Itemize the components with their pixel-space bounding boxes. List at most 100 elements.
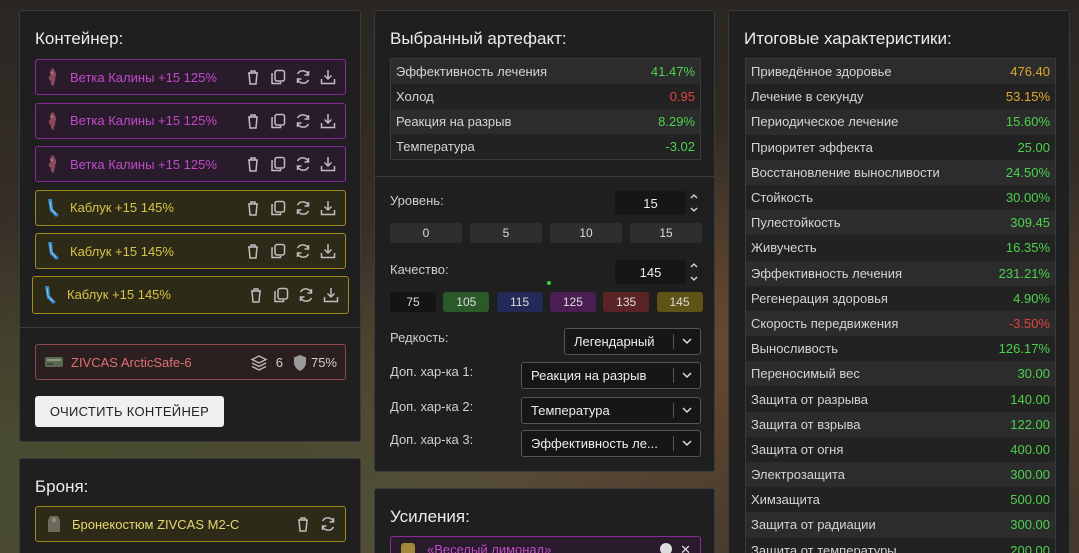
copy-icon[interactable]	[269, 242, 287, 260]
stat-value: -3.02	[665, 139, 695, 154]
container-artifact-item[interactable]: Каблук +15 145%	[35, 189, 346, 226]
download-icon[interactable]	[319, 242, 337, 260]
refresh-icon[interactable]	[294, 155, 312, 173]
stat-row: Эффективность лечения 231.21%	[746, 260, 1055, 286]
stat-row: Скорость передвижения -3.50%	[746, 310, 1055, 337]
download-icon[interactable]	[319, 199, 337, 217]
stat-row: Химзащита 500.00	[746, 487, 1055, 513]
container-artifact-item[interactable]: Ветка Калины +15 125%	[35, 59, 346, 95]
quality-label: Качество:	[390, 262, 449, 277]
container-artifact-item[interactable]: Каблук +15 145%	[32, 275, 349, 314]
stat-name: Температура	[396, 139, 475, 154]
container-case-icon	[44, 355, 64, 369]
quality-preset-button[interactable]: 135	[603, 292, 650, 312]
stat-name: Реакция на разрыв	[396, 114, 512, 129]
refresh-icon[interactable]	[319, 515, 337, 533]
stat-value: 0.95	[669, 89, 695, 104]
stat-name: Эффективность лечения	[751, 265, 903, 281]
stat-name: Пулестойкость	[751, 215, 841, 231]
stat-value: 24.50%	[1005, 164, 1050, 180]
extra1-select[interactable]: Реакция на разрыв	[521, 362, 701, 389]
stat-value: 126.17%	[998, 341, 1050, 357]
artifact-item-label: Ветка Калины +15 125%	[70, 156, 217, 172]
quality-preset-button[interactable]: 105	[443, 292, 490, 312]
stat-row: Реакция на разрыв 8.29%	[391, 109, 700, 134]
level-label: Уровень:	[390, 193, 444, 208]
trash-icon[interactable]	[244, 242, 262, 260]
trash-icon[interactable]	[244, 68, 262, 86]
container-title: Контейнер:	[35, 29, 124, 48]
refresh-icon[interactable]	[294, 242, 312, 260]
copy-icon[interactable]	[272, 286, 290, 304]
clear-container-button[interactable]: ОЧИСТИТЬ КОНТЕЙНЕР	[35, 396, 224, 427]
download-icon[interactable]	[319, 112, 337, 130]
boosts-title: Усиления:	[390, 507, 470, 526]
quality-stepper[interactable]	[689, 260, 699, 286]
boost-item-icon	[401, 543, 415, 553]
trash-icon[interactable]	[244, 155, 262, 173]
download-icon[interactable]	[319, 155, 337, 173]
rarity-select[interactable]: Легендарный	[564, 328, 701, 355]
armor-item-name: Бронекостюм ZIVCAS M2-C	[72, 516, 240, 532]
stat-value: -3.50%	[1008, 315, 1050, 331]
container-artifact-item[interactable]: Ветка Калины +15 125%	[35, 146, 346, 182]
info-icon[interactable]	[660, 543, 672, 553]
level-preset-button[interactable]: 10	[550, 223, 622, 243]
level-stepper[interactable]	[689, 191, 699, 217]
quality-indicator-dot	[547, 281, 551, 285]
refresh-icon[interactable]	[297, 286, 315, 304]
stat-value: 30.00	[1017, 366, 1050, 382]
quality-preset-button[interactable]: 115	[496, 292, 543, 312]
quality-preset-button[interactable]: 145	[656, 292, 703, 312]
extra2-select[interactable]: Температура	[521, 397, 701, 424]
container-artifact-item[interactable]: Каблук +15 145%	[35, 233, 346, 269]
quality-preset-button[interactable]: 75	[390, 292, 436, 312]
download-icon[interactable]	[319, 68, 337, 86]
close-icon[interactable]: ✕	[680, 537, 691, 553]
chevron-down-icon	[681, 334, 693, 348]
item-actions	[244, 68, 337, 86]
container-artifact-item[interactable]: Ветка Калины +15 125%	[35, 102, 346, 139]
extra3-select[interactable]: Эффективность ле...	[521, 430, 701, 457]
copy-icon[interactable]	[269, 68, 287, 86]
artifact-item-label: Ветка Калины +15 125%	[70, 69, 217, 85]
armor-panel: Броня: Бронекостюм ZIVCAS M2-C	[19, 458, 361, 553]
level-preset-button[interactable]: 15	[630, 223, 702, 243]
extra2-value: Температура	[531, 403, 610, 418]
stat-value: 53.15%	[1005, 89, 1050, 105]
trash-icon[interactable]	[244, 112, 262, 130]
trash-icon[interactable]	[244, 199, 262, 217]
stat-row: Электрозащита 300.00	[746, 462, 1055, 488]
stat-row: Холод 0.95	[391, 84, 700, 109]
artifact-stats-table: Эффективность лечения 41.47% Холод 0.95 Реак…	[390, 58, 701, 160]
stat-name: Регенерация здоровья	[751, 290, 888, 306]
slots-icon	[250, 354, 268, 372]
level-preset-button[interactable]: 5	[470, 223, 542, 243]
level-input[interactable]: 15	[615, 191, 686, 215]
refresh-icon[interactable]	[294, 68, 312, 86]
copy-icon[interactable]	[269, 155, 287, 173]
copy-icon[interactable]	[269, 199, 287, 217]
trash-icon[interactable]	[247, 286, 265, 304]
stat-value: 200.00	[1010, 542, 1050, 553]
armor-item[interactable]: Бронекостюм ZIVCAS M2-C	[35, 506, 346, 542]
trash-icon[interactable]	[294, 515, 312, 533]
stat-value: 16.35%	[1005, 240, 1050, 256]
armor-title: Броня:	[35, 477, 89, 496]
stat-name: Защита от радиации	[751, 517, 876, 533]
armor-suit-icon	[46, 514, 62, 534]
stat-value: 140.00	[1010, 391, 1050, 407]
stat-row: Защита от огня 400.00	[746, 436, 1055, 462]
refresh-icon[interactable]	[294, 199, 312, 217]
refresh-icon[interactable]	[294, 112, 312, 130]
rarity-label: Редкость:	[390, 330, 449, 345]
copy-icon[interactable]	[269, 112, 287, 130]
quality-input[interactable]: 145	[615, 260, 686, 284]
download-icon[interactable]	[322, 286, 340, 304]
container-equipment-item[interactable]: ZIVCAS ArcticSafe-6 6 75%	[35, 344, 346, 380]
level-preset-button[interactable]: 0	[390, 223, 462, 243]
quality-preset-button[interactable]: 125	[549, 292, 596, 312]
stat-row: Приведённое здоровье 476.40	[746, 59, 1055, 85]
boost-item[interactable]: «Веселый лимонад» ✕	[390, 536, 701, 553]
stat-name: Приоритет эффекта	[751, 139, 873, 155]
